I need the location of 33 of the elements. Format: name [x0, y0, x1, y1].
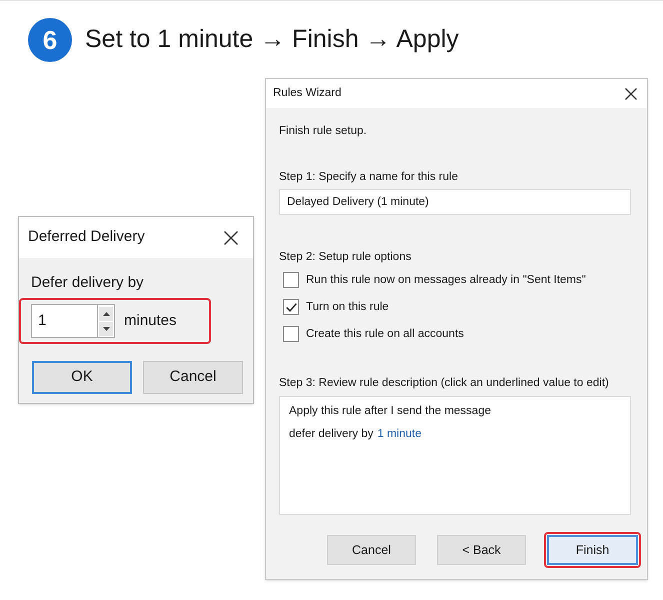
section-label: Step 1: Specify a name for this rule — [279, 170, 459, 185]
back-button[interactable]: < Back — [437, 535, 526, 565]
cancel-button[interactable]: Cancel — [327, 535, 416, 565]
step-number-badge: 6 — [28, 18, 72, 62]
dialog-title: Rules Wizard — [273, 86, 342, 101]
checkbox-label: Turn on this rule — [306, 300, 389, 315]
checkbox-label: Run this rule now on messages already in "Sent Items" — [306, 273, 586, 288]
minutes-field[interactable]: 1 — [31, 304, 97, 338]
description-line: Apply this rule after I send the message — [289, 404, 492, 419]
ok-button[interactable]: OK — [32, 361, 132, 394]
description-line: defer delivery by 1 minute — [289, 427, 422, 442]
unit-label: minutes — [124, 310, 177, 331]
caret-up-icon — [102, 312, 110, 316]
section-label: Step 2: Setup rule options — [279, 250, 412, 265]
caret-down-icon — [102, 326, 110, 330]
finish-button[interactable]: Finish — [547, 535, 638, 565]
spin-up-button[interactable] — [99, 306, 113, 320]
instruction-text: Finish rule setup. — [279, 124, 368, 139]
close-icon[interactable] — [224, 230, 238, 244]
checkbox[interactable] — [283, 299, 299, 315]
field-label: Defer delivery by — [31, 274, 145, 292]
close-icon[interactable] — [625, 88, 637, 100]
value-link[interactable]: 1 minute — [377, 428, 422, 440]
step-title: Set to 1 minute → Finish → Apply — [85, 24, 459, 56]
rule-name-field[interactable]: Delayed Delivery (1 minute) — [279, 189, 631, 215]
checkbox[interactable] — [283, 326, 299, 342]
spin-down-button[interactable] — [99, 322, 113, 336]
checkbox[interactable] — [283, 272, 299, 288]
cancel-button[interactable]: Cancel — [143, 361, 243, 394]
dialog-title: Deferred Delivery — [28, 227, 145, 248]
section-label: Step 3: Review rule description (click an underlined value to edit) — [279, 376, 610, 391]
check-icon — [286, 302, 296, 312]
checkbox-label: Create this rule on all accounts — [306, 327, 464, 342]
